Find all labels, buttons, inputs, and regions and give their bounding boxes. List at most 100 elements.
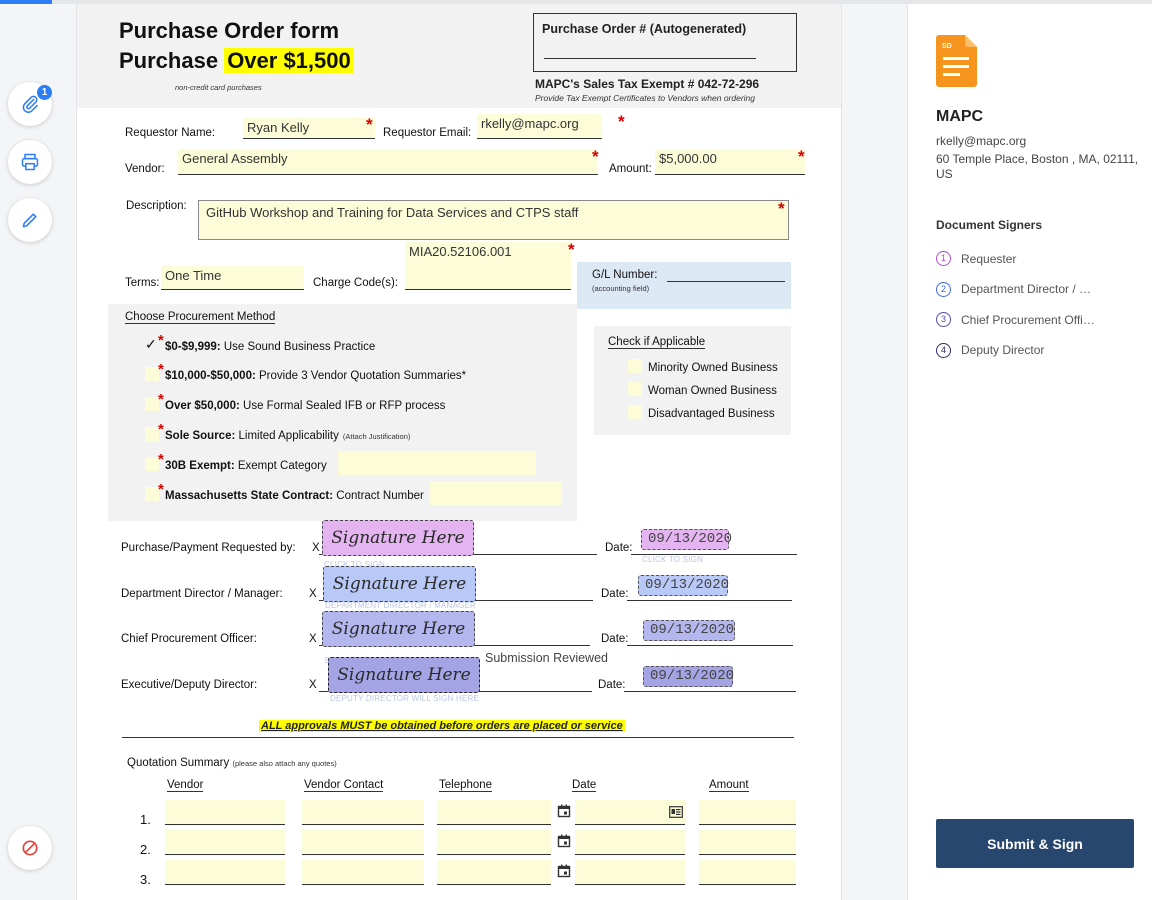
document-signers-title: Document Signers — [936, 218, 1043, 232]
quotation-cell[interactable] — [302, 860, 424, 886]
signature-field[interactable]: Signature Here — [322, 611, 475, 647]
signature-field[interactable]: Signature Here — [322, 520, 474, 556]
signer-item[interactable]: 4 Deputy Director — [936, 342, 1044, 358]
calendar-icon[interactable] — [557, 864, 571, 878]
signer-number: 3 — [936, 312, 951, 327]
calendar-icon[interactable] — [557, 804, 571, 818]
gutter — [842, 4, 907, 900]
approval-label: Department Director / Manager: — [121, 588, 283, 600]
quotation-cell[interactable] — [165, 860, 285, 886]
required-marker: * — [158, 332, 164, 349]
quotation-summary-title: Quotation Summary (please also attach an… — [127, 757, 337, 769]
method-range: Sole Source: — [165, 430, 236, 442]
required-marker: * — [778, 199, 785, 218]
decline-button[interactable] — [8, 826, 52, 870]
signature-field[interactable]: Signature Here — [323, 566, 476, 602]
applicable-option-label: Minority Owned Business — [648, 362, 778, 374]
amount-field[interactable]: $5,000.00 — [655, 149, 805, 175]
field-underline — [437, 884, 551, 885]
requestor-name-field[interactable]: Ryan Kelly — [243, 118, 375, 139]
method-detail-field[interactable] — [430, 481, 562, 505]
document-viewer[interactable]: Purchase Order form Purchase Over $1,500… — [76, 4, 842, 900]
x-mark: X — [309, 679, 317, 691]
quotation-cell[interactable] — [165, 800, 285, 826]
method-option[interactable]: Over $50,000: Use Formal Sealed IFB or R… — [165, 400, 445, 412]
check-if-applicable-panel: Check if Applicable Minority Owned Busin… — [594, 326, 791, 435]
signature-caption: DEPARTMENT DIRECTOR / MANAGER — [325, 601, 477, 610]
date-field[interactable]: 09/13/2020 — [638, 575, 729, 596]
quotation-cell[interactable] — [437, 800, 551, 826]
method-checkbox[interactable] — [145, 457, 159, 471]
method-checkbox[interactable] — [145, 487, 159, 501]
required-marker: * — [798, 147, 805, 166]
charge-code-field[interactable]: MIA20.52106.001 — [405, 242, 571, 290]
date-caption: CLICK TO SIGN — [642, 555, 703, 564]
requestor-email-label: Requestor Email: — [383, 127, 472, 139]
vendor-label: Vendor: — [125, 163, 165, 175]
edit-button[interactable] — [8, 198, 52, 242]
field-underline — [165, 854, 285, 855]
applicable-checkbox[interactable] — [628, 382, 642, 396]
gl-number-line[interactable] — [667, 281, 785, 282]
quotation-cell[interactable] — [165, 830, 285, 856]
quotation-row-number: 3. — [140, 872, 151, 887]
description-field[interactable]: GitHub Workshop and Training for Data Se… — [198, 200, 789, 240]
date-field[interactable]: 09/13/2020 — [643, 666, 734, 687]
field-underline — [437, 854, 551, 855]
method-option[interactable]: 30B Exempt: Exempt Category — [165, 460, 327, 472]
org-email: rkelly@mapc.org — [936, 134, 1027, 148]
title-highlight: Over $1,500 — [224, 48, 354, 73]
quotation-note: (please also attach any quotes) — [232, 759, 337, 768]
vendor-field[interactable]: General Assembly — [178, 149, 598, 175]
date-label: Date: — [601, 588, 629, 600]
method-checkbox[interactable] — [145, 427, 159, 441]
method-option[interactable]: Sole Source: Limited Applicability (Attac… — [165, 430, 410, 442]
field-underline — [575, 854, 685, 855]
field-underline — [165, 824, 285, 825]
quotation-cell[interactable] — [575, 860, 685, 886]
signer-item[interactable]: 3 Chief Procurement Offi… — [936, 312, 1095, 327]
quotation-cell[interactable] — [302, 830, 424, 856]
method-option[interactable]: $10,000-$50,000: Provide 3 Vendor Quotat… — [165, 370, 466, 382]
method-option[interactable]: Massachusetts State Contract: Contract N… — [165, 490, 424, 502]
signature-field[interactable]: Signature Here — [328, 657, 480, 693]
tax-exempt: MAPC's Sales Tax Exempt # 042-72-296 — [535, 77, 760, 91]
quotation-cell[interactable] — [699, 830, 796, 856]
date-field[interactable]: 09/13/2020 — [643, 620, 735, 641]
quotation-cell[interactable] — [302, 800, 424, 826]
required-marker: * — [618, 112, 625, 131]
applicable-checkbox[interactable] — [628, 405, 642, 419]
terms-field[interactable]: One Time — [161, 266, 304, 290]
field-underline — [437, 824, 551, 825]
date-line — [624, 691, 796, 692]
required-marker: * — [568, 240, 575, 259]
applicable-checkbox[interactable] — [628, 359, 642, 373]
date-label: Date: — [605, 542, 633, 554]
field-underline — [165, 884, 285, 885]
signer-item[interactable]: 1 Requester — [936, 251, 1016, 266]
print-button[interactable] — [8, 140, 52, 184]
paperclip-icon — [22, 95, 38, 113]
approvals-notice: ALL approvals MUST be obtained before or… — [259, 720, 625, 732]
submit-and-sign-button[interactable]: Submit & Sign — [936, 819, 1134, 868]
quotation-cell[interactable] — [699, 800, 796, 826]
requestor-email-field[interactable]: rkelly@mapc.org — [477, 114, 602, 139]
date-field[interactable]: 09/13/2020 — [641, 529, 732, 550]
method-check-mark: ✓ — [145, 336, 157, 352]
quotation-cell[interactable] — [699, 860, 796, 886]
method-option[interactable]: $0-$9,999: Use Sound Business Practice — [165, 341, 375, 353]
quotation-cell[interactable] — [575, 830, 685, 856]
signer-item[interactable]: 2 Department Director / … — [936, 281, 1091, 297]
method-checkbox[interactable] — [145, 367, 159, 381]
method-checkbox[interactable] — [145, 397, 159, 411]
method-description: Exempt Category — [234, 460, 327, 472]
po-number-label: Purchase Order # (Autogenerated) — [542, 22, 747, 36]
method-detail-field[interactable] — [338, 451, 536, 475]
quotation-cell[interactable] — [437, 860, 551, 886]
calendar-icon[interactable] — [557, 834, 571, 848]
attachments-button[interactable]: 1 — [8, 82, 52, 126]
field-underline — [575, 884, 685, 885]
date-picker-icon[interactable] — [669, 805, 683, 819]
quotation-cell[interactable] — [437, 830, 551, 856]
field-underline — [575, 824, 685, 825]
